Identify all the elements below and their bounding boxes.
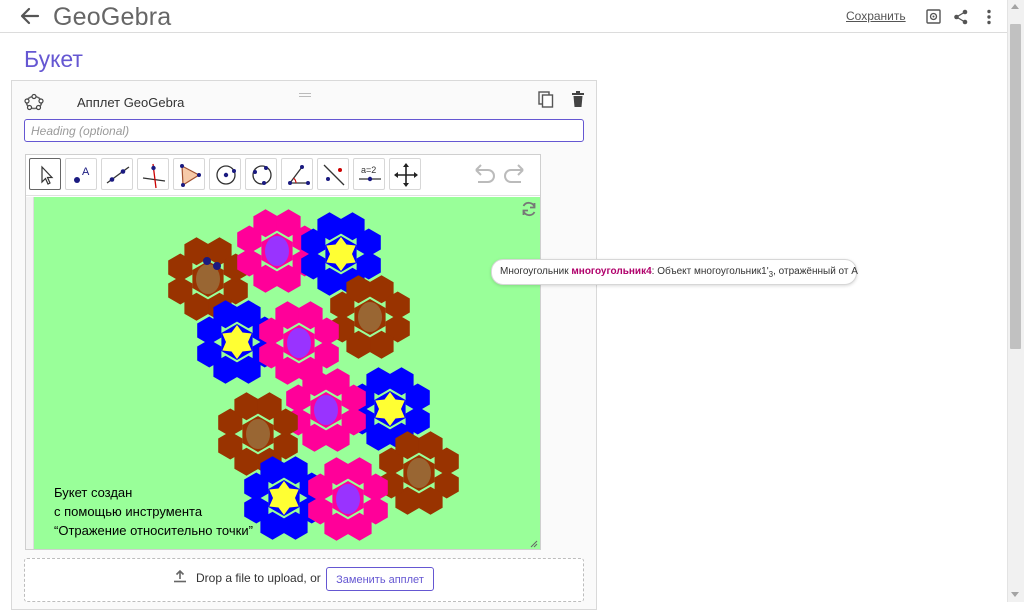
more-vertical-icon[interactable] <box>980 8 998 26</box>
circle-3-points-tool-button[interactable] <box>245 158 277 190</box>
object-tooltip: Многоугольник многоугольник4: Объект мно… <box>491 259 858 285</box>
resize-handle-icon[interactable] <box>530 540 538 548</box>
geogebra-logo[interactable]: GeoGebra <box>53 3 171 32</box>
slider-label: a=2 <box>361 165 376 175</box>
flower-10-center[interactable] <box>407 458 431 488</box>
point-tool-button[interactable]: A <box>65 158 97 190</box>
flower-6-center[interactable] <box>287 328 311 358</box>
tooltip-description: : Объект многоугольник1 <box>651 266 767 277</box>
canvas-text-line-2: с помощью инструмента <box>54 504 203 519</box>
point-2[interactable] <box>213 262 221 270</box>
algebra-view-strip[interactable] <box>26 197 34 549</box>
angle-tool-button[interactable] <box>281 158 313 190</box>
tooltip-object-name: многоугольник4 <box>571 266 652 277</box>
back-arrow-icon[interactable] <box>18 5 42 27</box>
scrollbar-thumb[interactable] <box>1010 24 1021 349</box>
angle-icon <box>288 165 310 185</box>
share-icon[interactable] <box>952 8 970 26</box>
move-view-tool-button[interactable] <box>389 158 421 190</box>
page-title[interactable]: Букет <box>24 46 83 73</box>
move-tool-button[interactable] <box>29 158 61 190</box>
canvas-text-line-1: Букет создан <box>54 485 133 500</box>
move-graphics-view-icon <box>394 163 418 187</box>
upload-text: Drop a file to upload, or <box>196 571 321 585</box>
move-cursor-icon <box>41 165 54 185</box>
refresh-icon[interactable] <box>520 200 538 218</box>
line-tool-button[interactable] <box>101 158 133 190</box>
tooltip-prefix: Многоугольник <box>500 266 572 277</box>
canvas-text-line-3: “Отражение относительно точки” <box>54 523 253 538</box>
card-label: Апплет GeoGebra <box>77 95 185 110</box>
perpendicular-tool-button[interactable] <box>137 158 169 190</box>
preview-icon[interactable] <box>925 8 943 26</box>
point-1[interactable] <box>203 257 211 265</box>
circle-3-points-icon <box>252 165 272 185</box>
line-icon <box>106 166 130 184</box>
flower-12-center[interactable] <box>336 484 360 514</box>
perpendicular-line-icon <box>142 163 166 189</box>
svg-text:A: A <box>82 166 90 178</box>
logo-text: GeoGebra <box>53 3 172 31</box>
replace-applet-button[interactable]: Заменить апплет <box>326 567 434 591</box>
drag-handle[interactable] <box>299 93 311 97</box>
heading-input[interactable] <box>24 119 584 142</box>
reflect-tool-button[interactable] <box>317 158 349 190</box>
tooltip-suffix: , отражённый от A <box>773 266 858 277</box>
point-icon: A <box>74 166 90 183</box>
polygon-tool-button[interactable] <box>173 158 205 190</box>
flower-8-center[interactable] <box>314 395 338 425</box>
circle-tool-button[interactable] <box>209 158 241 190</box>
reflect-point-icon <box>323 164 345 186</box>
slider-tool-button[interactable]: a=2 <box>353 158 385 190</box>
scroll-down-arrow-icon[interactable] <box>1011 592 1019 597</box>
flower-9-center[interactable] <box>246 419 270 449</box>
polygon-icon <box>180 164 201 187</box>
redo-icon[interactable] <box>501 163 527 185</box>
circle-center-icon <box>216 165 236 185</box>
upload-icon <box>174 569 186 583</box>
trash-icon[interactable] <box>571 91 585 107</box>
flower-4-center[interactable] <box>358 302 382 332</box>
copy-icon[interactable] <box>538 91 554 108</box>
scroll-up-arrow-icon[interactable] <box>1011 4 1019 9</box>
save-link[interactable]: Сохранить <box>846 9 906 23</box>
flower-2-center[interactable] <box>265 236 289 266</box>
slider-icon: a=2 <box>359 165 381 182</box>
geogebra-applet-icon <box>24 93 44 111</box>
undo-icon[interactable] <box>472 163 498 185</box>
